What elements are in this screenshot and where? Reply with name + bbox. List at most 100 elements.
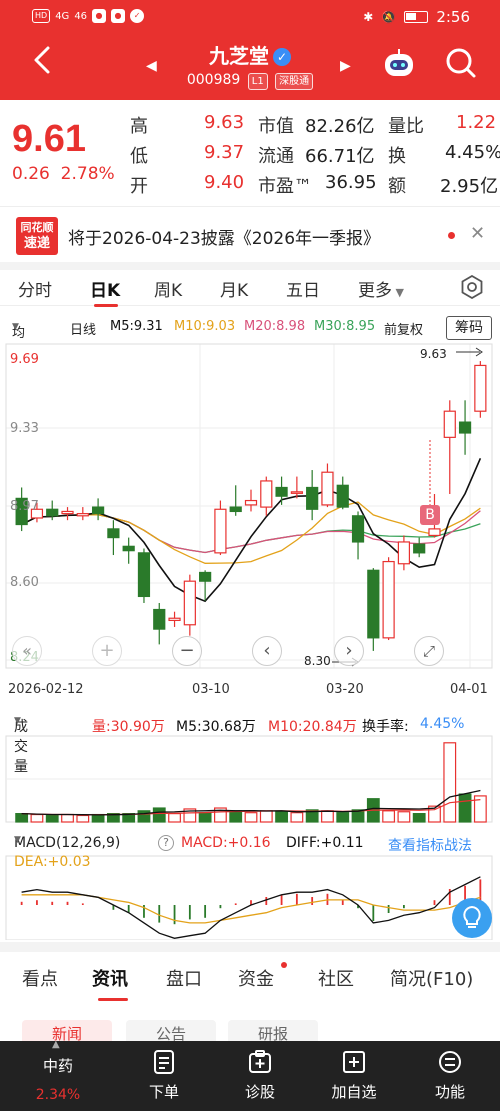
divider [0,942,500,952]
status-bar: HD 4G 46 ● ● ✓ ✱ 🔕 2:56 [0,0,500,32]
volume-bar [152,807,166,823]
diagnose-button[interactable]: 诊股 [210,1041,310,1111]
y-label-2: 9.33 [10,421,39,436]
earnings-notice[interactable]: 同花顺 速递 将于2026-04-23披露《2026年一季报》 ✕ [0,206,500,262]
stock-name: 九芝堂 [209,44,269,68]
scroll-left-icon[interactable]: ‹ [252,636,282,666]
volume-bar [168,813,181,823]
x-label-0310: 03-10 [192,682,230,697]
candle-body [91,506,105,515]
zoom-out-icon[interactable]: − [172,636,202,666]
dropdown-icon: ▼ [12,322,19,332]
zoom-out-history-icon[interactable]: « [12,636,42,666]
candle-body [153,608,166,630]
y-label-top: 9.69 [10,352,39,367]
chips-button[interactable]: 筹码 [446,316,492,340]
volume-bar [45,814,59,823]
daily-label: 日线 [70,323,97,338]
active-tab-indicator [98,998,128,1001]
add-watchlist-icon [343,1051,365,1073]
candle-body [458,421,472,434]
turnover-rate-label: 换手率: [362,719,409,735]
candle-body [122,545,135,552]
close-icon[interactable]: ✕ [470,223,485,244]
sector-change: 2.34% [35,1087,81,1103]
dropdown-icon: ▼ [392,286,404,299]
volume-bar [443,742,457,823]
ma20-value: M20:8.98 [244,319,306,334]
volume-m5: M5:30.68万 [176,719,256,735]
order-button[interactable]: 下单 [114,1041,214,1111]
adjust-label[interactable]: 前复权 [384,319,423,338]
help-icon[interactable]: ? [158,835,174,851]
settings-icon[interactable] [460,275,484,299]
signal-4g-icon: 4G [55,10,70,22]
status-right: ✱ 🔕 2:56 [363,8,470,26]
tab-community[interactable]: 社区 [318,965,354,991]
diff-line [21,876,481,939]
tab-orderbook[interactable]: 盘口 [166,965,202,991]
volume-bar [290,812,304,823]
fullscreen-icon[interactable]: ⤢ [414,636,444,666]
candle-body [46,508,59,517]
scroll-right-icon[interactable]: › [334,636,364,666]
high-label: 高 [130,116,148,137]
order-icon [154,1050,174,1074]
candle-body [214,508,227,554]
amount-value: 2.95亿 [440,176,499,197]
candle-body [351,515,365,543]
tab-highlights[interactable]: 看点 [22,965,58,991]
quote-panel: 9.61 0.26 2.78% 高 9.63 低 9.37 开 9.40 市值 … [0,100,500,206]
battery-icon [404,11,429,23]
active-tab-indicator [94,304,118,307]
indicator-guide-link[interactable]: 查看指标战法 [388,835,472,855]
turnover-label: 换 [388,146,406,167]
tab-news[interactable]: 资讯 [92,965,128,991]
tab-funds[interactable]: 资金 [238,965,274,991]
tab-five-day[interactable]: 五日 [286,276,320,301]
tab-intraday[interactable]: 分时 [18,276,52,301]
candle-body [321,471,334,506]
tab-weekly-k[interactable]: 周K [154,276,182,301]
tab-more-label: 更多 [358,281,392,301]
candle-body [137,552,151,598]
prev-stock-icon[interactable]: ◀ [146,58,157,74]
buy-marker[interactable]: B [420,505,440,525]
app-root: { "status_bar": { "left_icons": ["HD", "… [0,0,500,1111]
zoom-in-icon[interactable]: + [92,636,122,666]
tab-profile-f10[interactable]: 简况(F10) [390,965,473,991]
tab-monthly-k[interactable]: 月K [220,276,248,301]
pe-label: 市盈™ [258,176,312,197]
volratio-value: 1.22 [456,112,497,133]
sector-button[interactable]: ▲ 中药 2.34% [8,1039,108,1111]
level-tag: L1 [247,73,268,90]
candle-body [107,528,120,539]
candle-body [183,580,196,626]
lightbulb-icon[interactable] [452,898,492,938]
robot-assistant-icon[interactable] [382,48,416,78]
volume-value: 量:30.90万 [92,719,165,735]
expand-up-icon: ▲ [52,1039,60,1050]
tab-more[interactable]: 更多 ▼ [358,276,404,301]
funds-badge-dot [281,962,287,968]
signal-46-icon: 46 [74,10,88,22]
next-stock-icon[interactable]: ▶ [340,58,351,74]
add-watchlist-button[interactable]: 加自选 [304,1041,404,1111]
ma10-value: M10:9.03 [174,319,236,334]
float-value: 66.71亿 [305,146,375,167]
period-tabs: 分时 日K 周K 月K 五日 更多 ▼ [0,270,500,307]
function-icon [439,1051,461,1073]
price-change: 0.26 2.78% [12,164,115,184]
mute-icon: 🔕 [381,10,397,24]
hd-icon: HD [32,9,51,23]
diagnose-label: 诊股 [244,1083,275,1101]
function-button[interactable]: 功能 [400,1041,500,1111]
tab-daily-k[interactable]: 日K [90,276,120,301]
shield-icon: ✓ [130,9,145,23]
y-label-4: 8.60 [10,575,39,590]
dropdown-icon: ▼ [14,716,21,726]
search-icon[interactable] [444,46,478,80]
sector-name: 中药 [42,1057,73,1075]
dea-value: DEA:+0.03 [14,854,91,870]
float-label: 流通 [258,146,294,167]
